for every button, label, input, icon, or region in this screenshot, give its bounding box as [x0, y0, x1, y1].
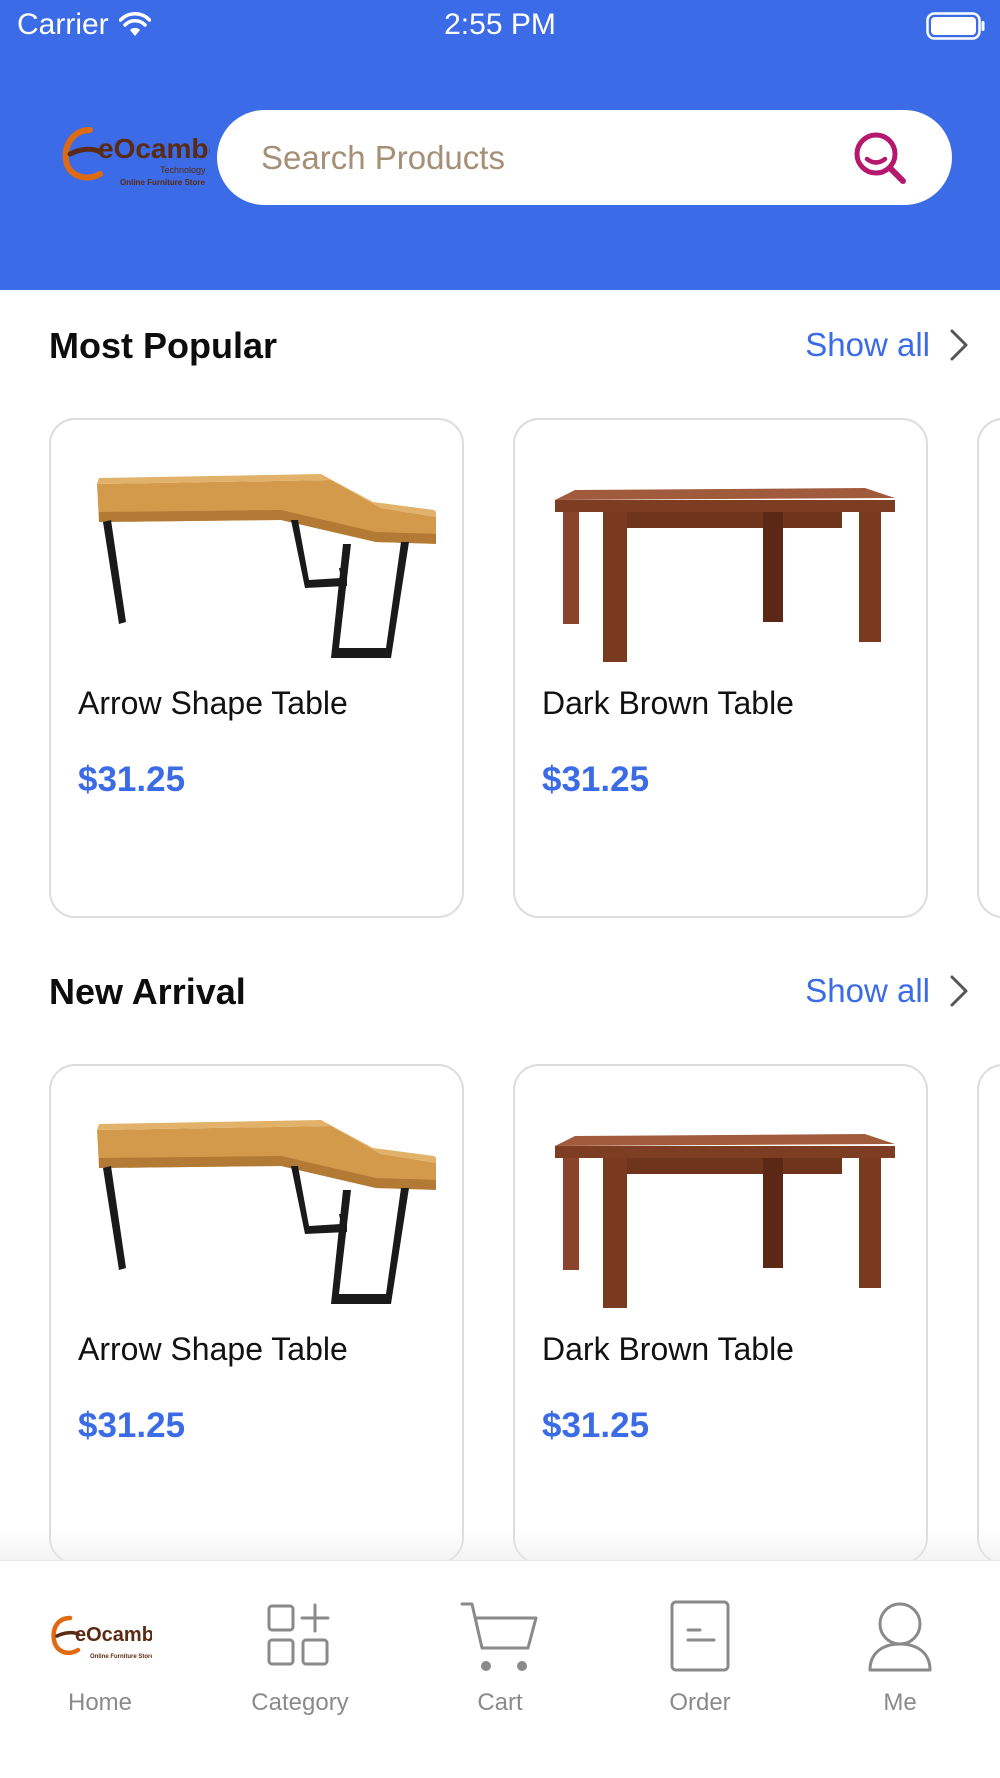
wifi-icon — [118, 12, 151, 36]
show-all-new-arrival[interactable]: Show all — [805, 972, 970, 1010]
product-price: $31.25 — [78, 760, 186, 799]
logo-text: eOcambo — [98, 133, 210, 164]
product-name: Dark Brown Table — [542, 1331, 794, 1367]
chevron-right-icon — [950, 329, 968, 361]
eocambo-logo-icon: eOcambo Online Furniture Store — [51, 1615, 152, 1660]
product-price: $31.25 — [78, 1406, 186, 1445]
product-card[interactable]: Dark Brown Table $31.25 — [513, 1064, 928, 1564]
tab-label: Category — [251, 1689, 349, 1716]
tab-label: Order — [669, 1689, 731, 1716]
tab-label: Cart — [477, 1689, 523, 1716]
tab-bar: eOcambo Online Furniture Store Home Cate… — [0, 1560, 1000, 1778]
status-bar: Carrier 2:55 PM — [0, 0, 1000, 56]
user-icon — [868, 1602, 932, 1672]
tab-me[interactable]: Me — [800, 1561, 1000, 1751]
cart-icon — [460, 1602, 538, 1671]
product-card[interactable]: Arrow Shape Table $31.25 — [49, 418, 464, 918]
product-name: Dark Brown Table — [542, 685, 794, 721]
section-title-most-popular: Most Popular — [49, 325, 278, 366]
tab-label: Me — [883, 1689, 917, 1716]
product-card[interactable]: Arrow Shape Table $31.25 — [49, 1064, 464, 1564]
search-icon[interactable] — [850, 128, 910, 188]
scroll-fade — [0, 1530, 1000, 1562]
tab-home[interactable]: eOcambo Online Furniture Store Home — [0, 1561, 200, 1751]
product-card[interactable]: Dark Brown Table $31.25 — [513, 418, 928, 918]
product-price: $31.25 — [542, 1406, 650, 1445]
tab-category[interactable]: Category — [200, 1561, 400, 1751]
tab-order[interactable]: Order — [600, 1561, 800, 1751]
search-input[interactable] — [261, 138, 850, 177]
show-all-label: Show all — [805, 326, 930, 363]
carrier-label: Carrier — [17, 8, 109, 41]
battery-icon — [926, 12, 985, 40]
product-name: Arrow Shape Table — [78, 685, 348, 721]
brown-table-image — [555, 1134, 895, 1308]
logo-tagline: Technology — [160, 165, 206, 175]
brown-table-image — [555, 488, 895, 662]
category-grid-icon — [267, 1603, 330, 1666]
section-title-new-arrival: New Arrival — [49, 971, 246, 1012]
product-card-partial[interactable] — [977, 1064, 1000, 1564]
app-header: Carrier 2:55 PM eOcambo Technology Onlin… — [0, 0, 1000, 290]
show-all-most-popular[interactable]: Show all — [805, 326, 970, 364]
tab-label: Home — [67, 1689, 133, 1716]
header-logo[interactable]: eOcambo Technology Online Furniture Stor… — [60, 124, 226, 194]
chevron-right-icon — [950, 975, 968, 1007]
show-all-label: Show all — [805, 972, 930, 1009]
tab-logo-text: eOcambo — [75, 1624, 152, 1646]
l-shaped-desk-image — [97, 474, 436, 658]
order-document-icon — [670, 1600, 730, 1672]
tab-logo-subtitle: Online Furniture Store — [90, 1654, 152, 1660]
l-shaped-desk-image — [97, 1120, 436, 1304]
carrier-indicator: Carrier — [17, 8, 151, 42]
product-name: Arrow Shape Table — [78, 1331, 348, 1367]
product-price: $31.25 — [542, 760, 650, 799]
tab-cart[interactable]: Cart — [400, 1561, 600, 1751]
product-card-partial[interactable] — [977, 418, 1000, 918]
eocambo-logo-icon: eOcambo Technology Online Furniture Stor… — [62, 127, 226, 187]
logo-subtitle: Online Furniture Store — [120, 178, 205, 187]
search-bar[interactable] — [217, 110, 952, 205]
